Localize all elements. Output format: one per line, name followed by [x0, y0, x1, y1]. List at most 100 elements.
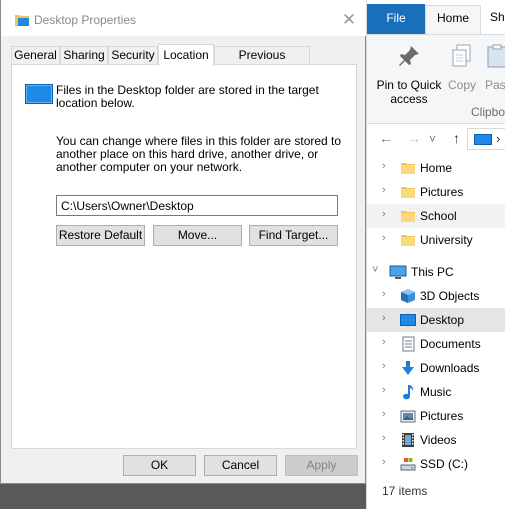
ribbon-tabs: File Home Sh	[367, 0, 505, 34]
chevron-right-icon[interactable]: ›	[382, 160, 386, 172]
clipboard-group-label: Clipbo	[471, 105, 505, 119]
up-arrow-icon[interactable]: ↑	[453, 130, 460, 146]
paste-button[interactable]: Pas	[485, 43, 505, 92]
location-description-text: You can change where files in this folde…	[56, 134, 342, 174]
tree-item-label: Home	[420, 161, 453, 175]
desktop-properties-dialog: Desktop Properties ✕ General Sharing Sec…	[0, 0, 366, 484]
pin-to-quick-access-button[interactable]: Pin to Quick access	[371, 43, 447, 106]
location-intro-text: Files in the Desktop folder are stored i…	[56, 83, 319, 110]
move-button[interactable]: Move...	[153, 225, 242, 246]
address-bar[interactable]: ›	[467, 128, 505, 150]
tab-sharing[interactable]: Sharing	[60, 46, 108, 65]
title-bar[interactable]: Desktop Properties ✕	[1, 0, 366, 36]
tree-item-label: University	[420, 233, 473, 247]
copy-icon	[445, 43, 479, 72]
folder-icon	[400, 160, 416, 176]
chevron-right-icon[interactable]: ›	[382, 312, 386, 324]
copy-label: Copy	[447, 78, 476, 92]
item-count: 17 items	[382, 484, 428, 498]
tree-item-pictures[interactable]: › Pictures	[367, 180, 505, 204]
tab-file[interactable]: File	[367, 4, 425, 34]
address-chevron-icon: ›	[496, 131, 501, 146]
tree-item-label: Pictures	[420, 185, 464, 199]
chevron-right-icon[interactable]: ›	[382, 184, 386, 196]
folder-icon	[400, 232, 416, 248]
cube-icon	[400, 288, 416, 304]
desktop-icon	[474, 134, 492, 145]
chevron-right-icon[interactable]: ›	[382, 208, 386, 220]
tree-item-label: Downloads	[420, 361, 480, 375]
tree-item-music[interactable]: › Music	[367, 380, 505, 404]
target-path-input[interactable]	[56, 195, 338, 216]
tree-item-label: Pictures	[420, 409, 464, 423]
tab-share[interactable]: Sh	[481, 5, 505, 34]
tree-item-label: This PC	[411, 265, 454, 279]
tree-item-this-pc[interactable]: ˅ This PC	[367, 260, 505, 284]
tree-item-label: Desktop	[420, 313, 465, 327]
chevron-right-icon[interactable]: ›	[382, 232, 386, 244]
pin-label: Pin to Quick access	[376, 78, 442, 106]
tree-item-ssd-c[interactable]: › SSD (C:)	[367, 452, 505, 476]
monitor-icon	[389, 264, 407, 280]
desktop-icon	[400, 312, 416, 328]
chevron-right-icon[interactable]: ›	[382, 360, 386, 372]
status-bar: 17 items	[367, 478, 505, 504]
desktop-folder-icon	[25, 84, 53, 104]
back-arrow-icon[interactable]: ←	[379, 130, 393, 146]
property-tabs: General Sharing Security Location Previo…	[11, 44, 356, 79]
tree-item-label: Music	[420, 385, 452, 399]
chevron-right-icon[interactable]: ›	[382, 408, 386, 420]
tree-item-label: Documents	[420, 337, 481, 351]
chevron-right-icon[interactable]: ›	[382, 432, 386, 444]
tree-item-videos[interactable]: › Videos	[367, 428, 505, 452]
tree-item-home[interactable]: › Home	[367, 156, 505, 180]
chevron-right-icon[interactable]: ›	[382, 384, 386, 396]
forward-arrow-icon[interactable]: →	[407, 130, 421, 146]
restore-default-button[interactable]: Restore Default	[56, 225, 145, 246]
pin-icon	[371, 43, 447, 72]
document-icon	[400, 336, 416, 352]
tree-item-3d-objects[interactable]: › 3D Objects	[367, 284, 505, 308]
copy-button[interactable]: Copy	[445, 43, 479, 92]
chevron-right-icon[interactable]: ›	[382, 456, 386, 468]
tree-item-label: 3D Objects	[420, 289, 480, 303]
tree-item-downloads[interactable]: › Downloads	[367, 356, 505, 380]
video-icon	[400, 432, 416, 448]
location-panel: Files in the Desktop folder are stored i…	[11, 64, 357, 449]
file-explorer-window: File Home Sh Pin to Quick access Copy Pa…	[366, 0, 505, 509]
dialog-title: Desktop Properties	[34, 13, 137, 27]
tab-location[interactable]: Location	[158, 44, 214, 66]
paste-label: Pas	[485, 78, 505, 92]
tree-item-label: School	[420, 209, 457, 223]
tab-home[interactable]: Home	[425, 5, 481, 34]
tree-item-label: SSD (C:)	[420, 457, 468, 471]
download-icon	[400, 360, 416, 376]
ribbon: Pin to Quick access Copy Pas Clipbo	[367, 34, 505, 124]
close-button[interactable]: ✕	[333, 6, 365, 34]
music-icon	[400, 384, 416, 400]
folder-icon	[400, 184, 416, 200]
recent-locations-chevron-icon[interactable]: ˅	[429, 132, 436, 146]
chevron-right-icon[interactable]: ›	[382, 288, 386, 300]
cancel-button[interactable]: Cancel	[204, 455, 277, 476]
tree-item-school[interactable]: › School	[367, 204, 505, 228]
ok-button[interactable]: OK	[123, 455, 196, 476]
drive-icon	[400, 456, 416, 472]
tab-general[interactable]: General	[11, 46, 60, 65]
navigation-bar: ← → ˅ ↑ ›	[367, 124, 505, 154]
pictures-icon	[400, 408, 416, 424]
tree-item-documents[interactable]: › Documents	[367, 332, 505, 356]
folder-desktop-icon	[15, 13, 29, 26]
folder-icon	[400, 208, 416, 224]
tree-item-label: Videos	[420, 433, 457, 447]
chevron-right-icon[interactable]: ›	[382, 336, 386, 348]
find-target-button[interactable]: Find Target...	[249, 225, 338, 246]
chevron-down-icon[interactable]: ˅	[372, 264, 378, 276]
apply-button[interactable]: Apply	[285, 455, 358, 476]
tab-previous-versions[interactable]: Previous Versions	[214, 46, 310, 79]
tree-item-desktop[interactable]: › Desktop	[367, 308, 505, 332]
tab-security[interactable]: Security	[108, 46, 158, 65]
paste-icon	[485, 43, 505, 72]
tree-item-university[interactable]: › University	[367, 228, 505, 252]
tree-item-pictures-library[interactable]: › Pictures	[367, 404, 505, 428]
